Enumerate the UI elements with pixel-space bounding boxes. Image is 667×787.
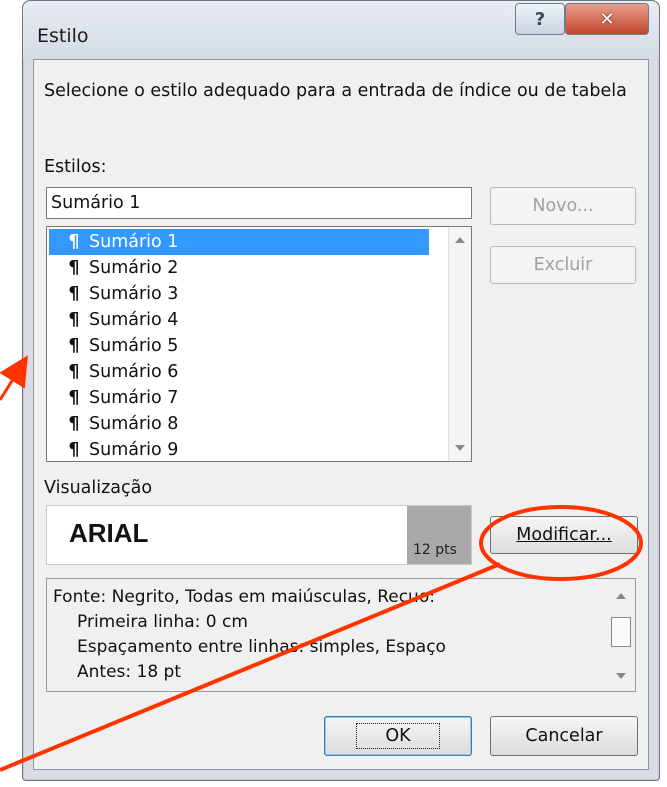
description-line: Primeira linha: 0 cm bbox=[77, 612, 248, 632]
modify-button[interactable]: Modificar... bbox=[490, 516, 638, 554]
help-icon: ? bbox=[534, 8, 546, 30]
style-list-item-label: Sumário 2 bbox=[89, 258, 179, 278]
style-preview: ARIAL 12 pts bbox=[46, 505, 472, 565]
close-button[interactable]: ✕ bbox=[565, 3, 649, 35]
pilcrow-icon: ¶ bbox=[68, 258, 80, 278]
dialog-window: Estilo ? ✕ Selecione o estilo adequado p… bbox=[22, 0, 660, 781]
style-list-item-label: Sumário 4 bbox=[89, 310, 179, 330]
style-list-item[interactable]: ¶ Sumário 8 bbox=[49, 411, 429, 437]
preview-size-box: 12 pts bbox=[407, 506, 471, 564]
styles-list[interactable]: ¶ Sumário 9 ¶ Sumário 8 ¶ Sumário 7 ¶ Sumário 6… bbox=[46, 226, 472, 462]
style-list-item[interactable]: ¶ Sumário 1 bbox=[49, 229, 429, 255]
style-list-item-label: Sumário 6 bbox=[89, 362, 179, 382]
annotation-arrow-small bbox=[0, 355, 28, 401]
description-line: Fonte: Negrito, Todas em maiúsculas, Rec… bbox=[53, 587, 435, 607]
close-icon: ✕ bbox=[599, 8, 615, 30]
style-list-item[interactable]: ¶ Sumário 7 bbox=[49, 385, 429, 411]
style-description-box: Fonte: Negrito, Todas em maiúsculas, Rec… bbox=[46, 578, 636, 692]
scroll-down-icon[interactable] bbox=[455, 445, 465, 451]
pilcrow-icon: ¶ bbox=[68, 232, 80, 252]
scroll-up-icon[interactable] bbox=[455, 237, 465, 243]
style-list-item-label: Sumário 7 bbox=[89, 388, 179, 408]
description-line: Antes: 18 pt bbox=[77, 662, 182, 682]
style-list-item[interactable]: ¶ Sumário 9 bbox=[49, 437, 429, 461]
style-list-item[interactable]: ¶ Sumário 3 bbox=[49, 281, 429, 307]
dialog-title: Estilo bbox=[37, 25, 89, 47]
dialog-body: Selecione o estilo adequado para a entra… bbox=[33, 59, 649, 770]
pilcrow-icon: ¶ bbox=[68, 388, 80, 408]
preview-label: Visualização bbox=[44, 478, 153, 498]
pilcrow-icon: ¶ bbox=[68, 310, 80, 330]
ok-button[interactable]: OK bbox=[324, 716, 472, 756]
list-scrollbar[interactable] bbox=[448, 227, 471, 461]
scroll-down-icon[interactable] bbox=[616, 673, 626, 679]
pilcrow-icon: ¶ bbox=[68, 362, 80, 382]
modify-button-label: Modificar... bbox=[516, 525, 612, 545]
title-bar[interactable]: Estilo ? ✕ bbox=[23, 1, 659, 61]
help-button[interactable]: ? bbox=[515, 3, 565, 35]
scroll-thumb[interactable] bbox=[611, 617, 631, 647]
instruction-text: Selecione o estilo adequado para a entra… bbox=[44, 81, 627, 101]
style-list-item-label: Sumário 5 bbox=[89, 336, 179, 356]
pilcrow-icon: ¶ bbox=[68, 440, 80, 460]
preview-size-label: 12 pts bbox=[413, 542, 457, 558]
delete-button[interactable]: Excluir bbox=[490, 246, 636, 284]
style-list-item-label: Sumário 3 bbox=[89, 284, 179, 304]
styles-label: Estilos: bbox=[44, 157, 107, 177]
scroll-up-icon[interactable] bbox=[616, 593, 626, 599]
style-name-input[interactable]: Sumário 1 bbox=[46, 187, 472, 219]
pilcrow-icon: ¶ bbox=[68, 414, 80, 434]
style-list-item-label: Sumário 9 bbox=[89, 440, 179, 460]
style-list-item-label: Sumário 8 bbox=[89, 414, 179, 434]
style-list-item[interactable]: ¶ Sumário 2 bbox=[49, 255, 429, 281]
style-list-item[interactable]: ¶ Sumário 6 bbox=[49, 359, 429, 385]
pilcrow-icon: ¶ bbox=[68, 284, 80, 304]
pilcrow-icon: ¶ bbox=[68, 336, 80, 356]
cancel-button[interactable]: Cancelar bbox=[490, 716, 638, 756]
style-list-item-label: Sumário 1 bbox=[89, 232, 179, 252]
ok-button-label: OK bbox=[356, 723, 440, 749]
style-list-item[interactable]: ¶ Sumário 4 bbox=[49, 307, 429, 333]
new-button[interactable]: Novo... bbox=[490, 187, 636, 225]
description-line: Espaçamento entre linhas: simples, Espaç… bbox=[77, 637, 446, 657]
preview-sample-text: ARIAL bbox=[69, 518, 149, 548]
description-scrollbar[interactable] bbox=[607, 579, 635, 691]
style-list-item[interactable]: ¶ Sumário 5 bbox=[49, 333, 429, 359]
